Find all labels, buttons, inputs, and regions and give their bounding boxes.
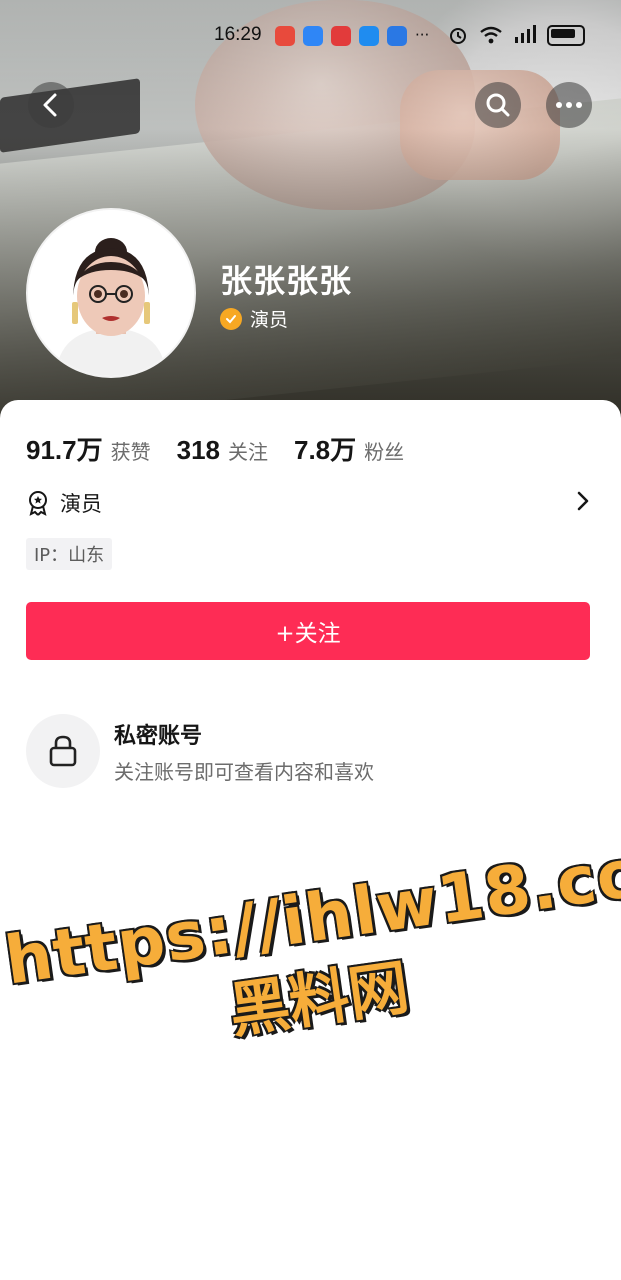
avatar[interactable] <box>26 208 196 378</box>
battery-icon <box>547 24 585 46</box>
private-account-description: 关注账号即可查看内容和喜欢 <box>114 760 374 784</box>
occupation-tag-row[interactable]: 演员 <box>26 488 594 518</box>
stats-row: 91.7万 获赞 318 关注 7.8万 粉丝 <box>26 430 430 467</box>
follow-button[interactable]: +关注 <box>26 602 590 660</box>
status-bar: 16:29 ··· <box>0 18 621 54</box>
lock-icon <box>49 735 77 767</box>
chevron-left-icon <box>43 93 57 117</box>
status-right <box>447 24 585 46</box>
profile-nickname: 张张张张 <box>220 262 353 300</box>
search-icon <box>486 93 510 117</box>
profile-card: 91.7万 获赞 318 关注 7.8万 粉丝 演员 IP：山东 +关注 私密账… <box>0 400 621 1280</box>
chevron-right-icon <box>577 491 589 511</box>
verified-label: 演员 <box>250 309 289 331</box>
back-button[interactable] <box>28 82 74 128</box>
verified-badge-icon <box>220 307 242 330</box>
lock-icon-circle <box>26 714 100 788</box>
missed-call-icon <box>275 26 295 46</box>
private-account-notice: 私密账号 关注账号即可查看内容和喜欢 <box>26 714 594 794</box>
more-dots-icon <box>556 102 582 108</box>
message-icon <box>303 26 323 46</box>
stat-following[interactable]: 318 关注 <box>177 435 268 466</box>
stat-likes-value: 91.7万 <box>26 435 103 465</box>
shield-app-icon <box>359 26 379 46</box>
app-icon <box>331 26 351 46</box>
signal-icon <box>515 25 536 43</box>
browser-icon <box>387 26 407 46</box>
verified-row: 演员 <box>220 305 288 332</box>
stat-following-label: 关注 <box>228 440 268 464</box>
status-time: 16:29 <box>214 24 262 45</box>
stat-followers[interactable]: 7.8万 粉丝 <box>294 430 404 467</box>
avatar-illustration <box>28 210 194 376</box>
ip-location-badge: IP：山东 <box>26 538 113 570</box>
occupation-tag-label: 演员 <box>60 492 102 516</box>
more-button[interactable] <box>546 82 592 128</box>
stat-likes-label: 获赞 <box>110 440 151 464</box>
wifi-icon <box>480 26 502 44</box>
status-more: ··· <box>415 26 430 44</box>
alarm-icon <box>450 28 466 44</box>
stat-followers-label: 粉丝 <box>364 440 405 464</box>
status-app-icons: ··· <box>275 26 429 46</box>
search-button[interactable] <box>475 82 521 128</box>
stat-likes[interactable]: 91.7万 获赞 <box>26 430 151 467</box>
stat-following-value: 318 <box>176 435 220 465</box>
stat-followers-value: 7.8万 <box>294 435 357 465</box>
private-account-title: 私密账号 <box>114 724 203 749</box>
ribbon-badge-icon <box>29 491 47 516</box>
